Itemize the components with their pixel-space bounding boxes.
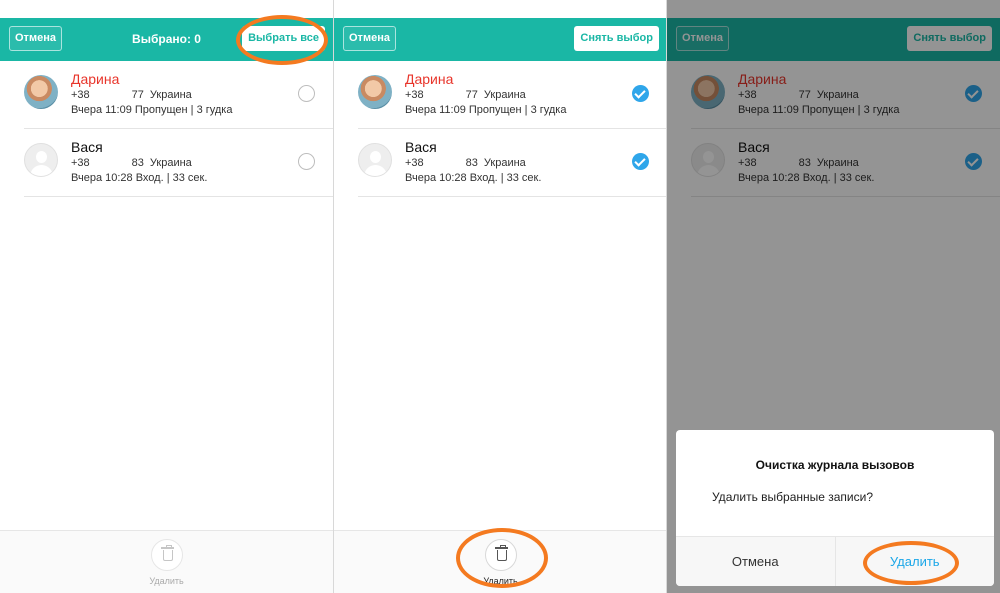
app-bar: Отмена Выбрано: 0 Выбрать все: [0, 18, 333, 61]
status-bar: 11:33 ×: [334, 0, 667, 18]
status-time: 11:33: [5, 3, 30, 14]
wifi-icon: [283, 4, 295, 14]
battery-icon: [312, 4, 331, 14]
app-bar: Отмена Снять выбор: [334, 18, 667, 61]
phone-number: +38 77 Украина: [71, 89, 192, 101]
bluetooth-icon: [606, 4, 613, 14]
avatar: [358, 75, 392, 109]
phone-number: +38 83 Украина: [405, 157, 526, 169]
contact-name: Вася: [71, 139, 103, 155]
screen-confirm-delete: Отмена Снять выбор 11:33 × Дарина +38 77 У…: [667, 0, 1000, 593]
wifi-icon: [617, 4, 629, 14]
screen-select-all: Отмена Снять выбор 11:33 × Дарина +38 77 У…: [334, 0, 667, 593]
delete-label: Удалить: [149, 576, 184, 586]
dialog-cancel-button[interactable]: Отмена: [676, 537, 836, 586]
delete-label: Удалить: [483, 576, 518, 586]
dialog-actions: Отмена Удалить: [676, 536, 994, 586]
call-details: Вчера 11:09 Пропущен | 3 гудка: [405, 104, 567, 116]
call-details: Вчера 10:28 Вход. | 33 сек.: [405, 172, 542, 184]
phone-number: +38 77 Украина: [405, 89, 526, 101]
bottom-action-bar: Удалить: [0, 530, 333, 593]
call-details: Вчера 10:28 Вход. | 33 сек.: [71, 172, 208, 184]
sim-off-icon: ×: [299, 4, 308, 14]
call-log-row[interactable]: Дарина +38 77 Украина Вчера 11:09 Пропущен…: [0, 61, 333, 129]
delete-button[interactable]: Удалить: [483, 539, 518, 589]
avatar: [24, 143, 58, 177]
bottom-action-bar: Удалить: [334, 530, 667, 593]
call-log-row[interactable]: Дарина +38 77 Украина Вчера 11:09 Пропущен…: [334, 61, 667, 129]
sim-off-icon: ×: [633, 4, 642, 14]
trash-icon: [494, 545, 508, 561]
call-log-list: Дарина +38 77 Украина Вчера 11:09 Пропущен…: [334, 61, 667, 197]
dialog-message: Удалить выбранные записи?: [712, 490, 874, 504]
select-all-button[interactable]: Выбрать все: [242, 26, 325, 51]
trash-icon: [160, 545, 174, 561]
select-checkbox[interactable]: [298, 153, 315, 170]
screen-select-none: Отмена Выбрано: 0 Выбрать все 11:33 × Да…: [0, 0, 333, 593]
dialog-title: Очистка журнала вызовов: [755, 458, 915, 472]
phone-number: +38 83 Украина: [71, 157, 192, 169]
avatar: [358, 143, 392, 177]
cancel-button[interactable]: Отмена: [9, 26, 62, 51]
call-log-row[interactable]: Вася +38 83 Украина Вчера 10:28 Вход. | 33…: [334, 129, 667, 197]
delete-button[interactable]: Удалить: [149, 539, 184, 589]
select-checkbox[interactable]: [632, 153, 649, 170]
call-log-list: Дарина +38 77 Украина Вчера 11:09 Пропущен…: [0, 61, 333, 197]
cancel-button[interactable]: Отмена: [343, 26, 396, 51]
battery-icon: [646, 4, 665, 14]
select-checkbox[interactable]: [632, 85, 649, 102]
stage: Отмена Выбрано: 0 Выбрать все 11:33 × Да…: [0, 0, 1000, 593]
deselect-button[interactable]: Снять выбор: [574, 26, 659, 51]
status-time: 11:33: [339, 3, 364, 14]
bluetooth-icon: [272, 4, 279, 14]
call-details: Вчера 11:09 Пропущен | 3 гудка: [71, 104, 233, 116]
confirm-dialog: Очистка журнала вызовов Удалить выбранны…: [676, 430, 994, 586]
contact-name: Вася: [405, 139, 437, 155]
avatar: [24, 75, 58, 109]
contact-name: Дарина: [405, 71, 454, 87]
contact-name: Дарина: [71, 71, 120, 87]
select-checkbox[interactable]: [298, 85, 315, 102]
dialog-confirm-delete-button[interactable]: Удалить: [836, 537, 995, 586]
status-bar: 11:33 ×: [0, 0, 333, 18]
call-log-row[interactable]: Вася +38 83 Украина Вчера 10:28 Вход. | 33…: [0, 129, 333, 197]
